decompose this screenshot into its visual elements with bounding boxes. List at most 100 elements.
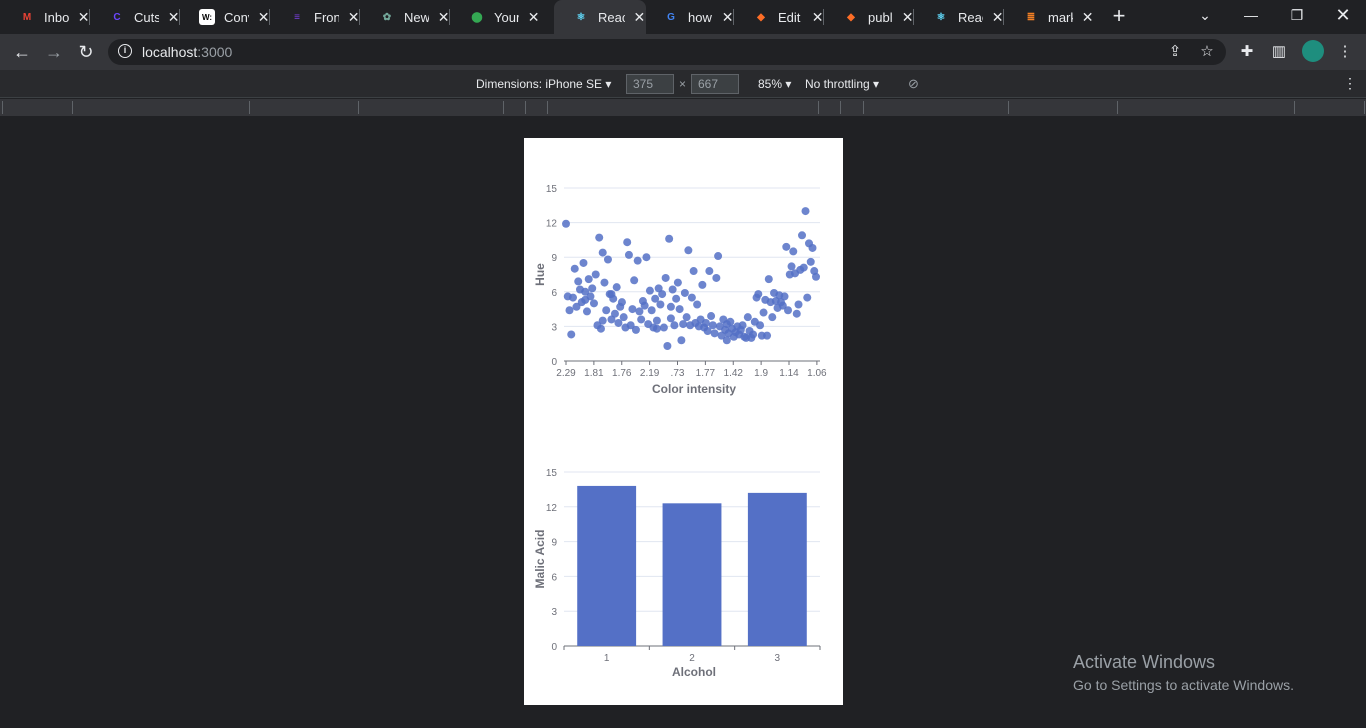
tab-12[interactable]: ≣ mark ✕: [1004, 0, 1094, 34]
tab-search-icon[interactable]: ⌄: [1182, 0, 1228, 30]
extensions-puzzle-icon[interactable]: ✚: [1238, 43, 1256, 61]
dimensions-label: Dimensions: iPhone SE: [476, 77, 603, 91]
scatter-point: [630, 276, 639, 285]
share-icon[interactable]: ⇪: [1166, 43, 1184, 61]
close-window-button[interactable]: ✕: [1320, 0, 1366, 30]
scatter-point: [675, 305, 684, 314]
scatter-point: [749, 330, 758, 339]
scatter-point: [679, 320, 688, 329]
scatter-point: [794, 300, 803, 309]
scatter-point: [712, 273, 721, 282]
scatter-point: [714, 252, 723, 261]
tab-6[interactable]: ⬤ Your ✕: [450, 0, 540, 34]
close-tab-icon[interactable]: ✕: [527, 9, 540, 26]
gmail-icon: M: [22, 11, 32, 23]
scatter-point: [656, 300, 665, 309]
tab-3[interactable]: W:Conv✕: [180, 0, 270, 34]
scatter-point: [798, 231, 807, 240]
scatter-point: [628, 305, 637, 314]
bar-chart: 036912151 2 3AlcoholMalic Acid: [533, 468, 821, 679]
back-arrow-icon[interactable]: ←: [10, 40, 34, 64]
scatter-point: [670, 321, 679, 330]
scatter-point: [803, 293, 812, 302]
scatter-point: [591, 270, 600, 279]
y-tick-label: 12: [546, 503, 558, 514]
scatter-point: [617, 298, 626, 307]
scatter-point: [689, 267, 698, 276]
scatter-point: [637, 315, 646, 324]
scatter-point: [722, 320, 731, 329]
tab-10[interactable]: ◆ publ ✕: [824, 0, 914, 34]
scatter-point: [792, 309, 801, 318]
gitlab-icon: ◆: [847, 11, 855, 23]
throttling-dropdown[interactable]: No throttling ▾: [805, 77, 879, 91]
openai-icon: ✿: [382, 11, 392, 23]
url-port: :3000: [197, 44, 233, 60]
tab-4[interactable]: ≡Front✕: [270, 0, 360, 34]
minimize-button[interactable]: —: [1228, 0, 1274, 30]
scatter-point: [680, 288, 689, 297]
reload-icon[interactable]: ↻: [74, 40, 98, 64]
scatter-point: [780, 292, 789, 301]
scatter-point: [707, 312, 716, 321]
tab-7[interactable]: ⚛React✕: [554, 0, 646, 34]
tab-title: Front: [314, 9, 340, 25]
new-tab-button[interactable]: +: [1108, 5, 1130, 27]
scatter-point: [652, 316, 661, 325]
scatter-point: [579, 258, 588, 267]
tab-8[interactable]: Ghow ✕: [644, 0, 734, 34]
tab-1[interactable]: MInbox✕: [0, 0, 90, 34]
x-axis-title: Alcohol: [672, 665, 716, 679]
tab-5[interactable]: ✿ New ✕: [360, 0, 450, 34]
menu-kebab-icon[interactable]: ⋮: [1336, 43, 1354, 61]
scatter-point: [595, 233, 604, 242]
device-viewport: 0 3 6 9 12 15 2.29 1.81 1.76 2.19.73 1.77 1.42 1.9 1.…: [524, 138, 843, 705]
tab-11[interactable]: ⚛React✕: [914, 0, 1004, 34]
bar: [662, 503, 722, 646]
tab-title: React: [598, 9, 625, 25]
tab-title: New: [404, 9, 430, 25]
forward-arrow-icon[interactable]: →: [42, 40, 66, 64]
scatter-point: [624, 250, 633, 259]
scatter-point: [673, 278, 682, 287]
url-text[interactable]: localhost:3000: [142, 44, 232, 60]
address-bar[interactable]: i localhost:3000 ⇪ ☆: [108, 39, 1226, 65]
media-query-bar[interactable]: [0, 99, 1366, 116]
scatter-point: [623, 238, 632, 247]
zoom-dropdown[interactable]: 85% ▾: [758, 77, 791, 91]
tab-title: Conv: [224, 9, 249, 25]
site-info-icon[interactable]: i: [118, 44, 132, 58]
tab-9[interactable]: ◆ Edit ✕: [734, 0, 824, 34]
scatter-point: [665, 234, 674, 243]
profile-avatar[interactable]: [1302, 40, 1324, 62]
dimensions-dropdown[interactable]: Dimensions: iPhone SE ▾: [476, 77, 611, 91]
scatter-point: [610, 309, 619, 318]
scatter-point: [582, 307, 591, 316]
rotate-icon[interactable]: ⊘: [908, 76, 919, 92]
scatter-point: [647, 306, 656, 315]
x-tick-label: 2: [689, 653, 695, 664]
side-panel-icon[interactable]: ▥: [1270, 43, 1288, 61]
close-tab-icon[interactable]: ✕: [1081, 9, 1094, 26]
width-input[interactable]: 375: [626, 74, 674, 94]
x-tick-label: 1.42: [724, 368, 744, 379]
scatter-point: [799, 263, 808, 272]
height-input[interactable]: 667: [691, 74, 739, 94]
scatter-point: [756, 321, 765, 330]
scatter-point: [658, 290, 667, 299]
cutshort-icon: C: [113, 11, 121, 23]
scatter-point: [684, 246, 693, 255]
tab-title: Inbox: [44, 9, 70, 25]
throttling-label: No throttling: [805, 77, 870, 91]
restore-button[interactable]: ❐: [1274, 0, 1320, 30]
tab-2[interactable]: CCutshort✕: [90, 0, 180, 34]
device-toolbar-menu-icon[interactable]: ⋮: [1343, 75, 1357, 92]
scatter-point: [708, 321, 717, 330]
list-icon: ≡: [294, 11, 300, 23]
bar: [577, 485, 637, 646]
bookmark-star-icon[interactable]: ☆: [1198, 43, 1216, 61]
stackoverflow-icon: ≣: [1026, 11, 1036, 23]
scatter-point: [619, 313, 628, 322]
scatter-point: [768, 313, 777, 322]
y-tick-label: 15: [546, 468, 558, 479]
